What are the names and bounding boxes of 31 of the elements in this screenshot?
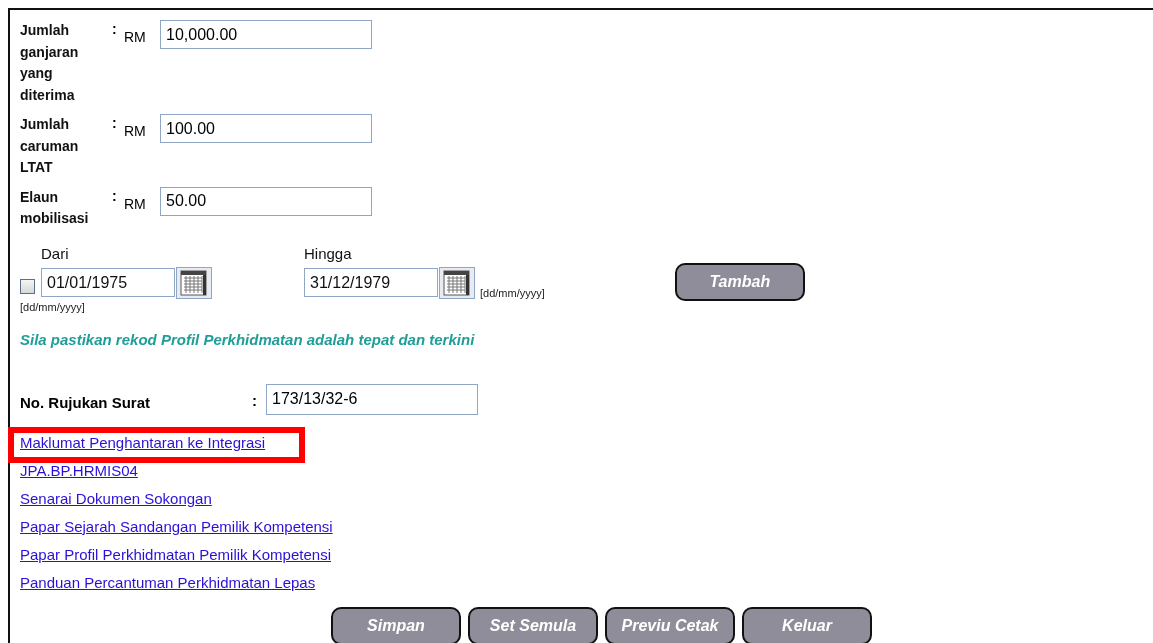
link[interactable]: JPA.BP.HRMIS04 <box>20 456 138 485</box>
link[interactable]: Papar Sejarah Sandangan Pemilik Kompetensi <box>20 512 333 541</box>
calendar-icon[interactable] <box>176 266 212 299</box>
date-label: Hingga <box>304 244 353 264</box>
link[interactable]: Papar Profil Perkhidmatan Pemilik Kompetensi <box>20 540 331 569</box>
currency-label: RM <box>124 29 147 45</box>
calendar-icon[interactable] <box>439 266 475 299</box>
date-field[interactable]: 31/12/1979 <box>304 268 438 297</box>
date-format-hint: [dd/mm/yyyy] <box>480 286 545 299</box>
colon: : <box>112 20 118 38</box>
checkbox[interactable] <box>20 278 35 294</box>
currency-label: RM <box>124 123 147 139</box>
amount-field[interactable]: 100.00 <box>160 114 372 143</box>
link[interactable]: Maklumat Penghantaran ke Integrasi <box>20 428 266 457</box>
reference-field[interactable]: 173/13/32-6 <box>266 383 478 415</box>
colon: : <box>112 114 118 132</box>
field-label: Jumlah caruman LTAT <box>20 115 80 177</box>
date-field[interactable]: 01/01/1975 <box>41 268 175 297</box>
notice-text: Sila pastikan rekod Profil Perkhidmatan adalah tepat dan terkini <box>20 330 476 348</box>
amount-field[interactable]: 10,000.00 <box>160 20 372 49</box>
amount-field[interactable]: 50.00 <box>160 186 372 216</box>
colon: : <box>112 186 118 205</box>
field-label: Elaun mobilisasi <box>20 187 90 228</box>
field-label: No. Rujukan Surat <box>20 393 151 411</box>
currency-label: RM <box>124 195 147 212</box>
date-format-hint: [dd/mm/yyyy] <box>20 300 86 313</box>
link[interactable]: Panduan Percantuman Perkhidmatan Lepas <box>20 568 316 597</box>
date-label: Dari <box>41 244 70 264</box>
field-label: Jumlah ganjaran yang diterima <box>20 21 80 105</box>
colon: : <box>252 391 258 409</box>
link[interactable]: Senarai Dokumen Sokongan <box>20 484 212 513</box>
